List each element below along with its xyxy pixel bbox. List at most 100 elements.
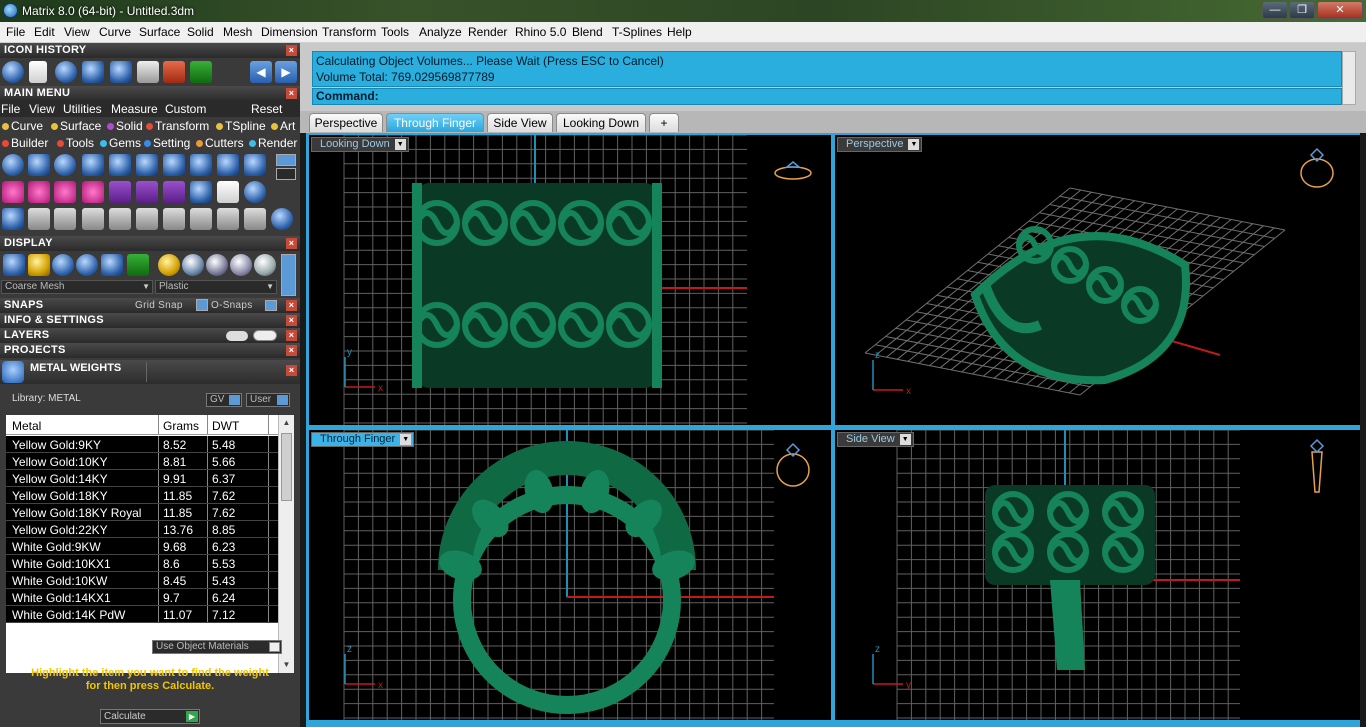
- submenu-file[interactable]: File: [1, 102, 20, 116]
- close-icon[interactable]: ×: [286, 88, 297, 99]
- environment-icon[interactable]: [127, 254, 149, 276]
- column-dwt[interactable]: DWT: [212, 419, 239, 433]
- menu-surface[interactable]: Surface: [139, 25, 180, 39]
- viewport-perspective[interactable]: xz Perspective ▼: [835, 135, 1360, 425]
- menu-transform[interactable]: Transform: [322, 25, 376, 39]
- mesh-mode-select[interactable]: Coarse Mesh ▼: [1, 280, 153, 294]
- render-preview-icon[interactable]: [101, 254, 123, 276]
- grid-icon[interactable]: [190, 61, 212, 83]
- table-row[interactable]: White Gold:10KW 8.45 5.43: [6, 572, 278, 589]
- menu-blend[interactable]: Blend: [572, 25, 603, 39]
- category-tspline[interactable]: TSpline: [216, 119, 266, 133]
- menu-file[interactable]: File: [6, 25, 25, 39]
- category-transform[interactable]: Transform: [146, 119, 209, 133]
- maximize-button[interactable]: ❐: [1289, 1, 1315, 19]
- pattern-icon[interactable]: [163, 181, 185, 203]
- viewport-through-finger[interactable]: xz Through Finger ▼: [309, 430, 831, 720]
- wireframe-icon[interactable]: [3, 254, 25, 276]
- use-object-materials-toggle[interactable]: Use Object Materials: [152, 640, 282, 654]
- globe-icon[interactable]: [55, 61, 77, 83]
- viewport-side-view[interactable]: yz Side View ▼: [835, 430, 1360, 720]
- column-metal[interactable]: Metal: [12, 419, 41, 433]
- prong-icon[interactable]: [28, 154, 50, 176]
- table-row[interactable]: White Gold:10KX1 8.6 5.53: [6, 555, 278, 572]
- sphere-icon[interactable]: [244, 181, 266, 203]
- menu-help[interactable]: Help: [667, 25, 692, 39]
- head-icon[interactable]: [82, 154, 104, 176]
- icon-history-header[interactable]: ICON HISTORY ×: [0, 43, 300, 58]
- scrollbar-thumb[interactable]: [281, 433, 292, 501]
- add-tab-button[interactable]: +: [649, 113, 679, 132]
- category-curve[interactable]: Curve: [2, 119, 43, 133]
- close-button[interactable]: ✕: [1317, 1, 1363, 19]
- gold-material-icon[interactable]: [158, 254, 180, 276]
- metal-weights-header[interactable]: METAL WEIGHTS ×: [0, 360, 300, 384]
- command-input[interactable]: Command:: [312, 88, 1342, 105]
- checkmark-icon[interactable]: [110, 61, 132, 83]
- info-settings-header[interactable]: INFO & SETTINGS ×: [0, 313, 300, 328]
- submenu-custom[interactable]: Custom: [165, 102, 206, 116]
- menu-dimension[interactable]: Dimension: [261, 25, 318, 39]
- menu-solid[interactable]: Solid: [187, 25, 214, 39]
- columns-icon[interactable]: [82, 208, 104, 230]
- merge-icon[interactable]: [217, 208, 239, 230]
- category-gems[interactable]: Gems: [100, 136, 141, 150]
- close-icon[interactable]: ×: [286, 330, 297, 341]
- toggle-icon[interactable]: [276, 168, 296, 180]
- halo-icon[interactable]: [136, 154, 158, 176]
- tspline-icon[interactable]: [217, 154, 239, 176]
- chrome-material-icon[interactable]: [182, 254, 204, 276]
- lock-icon[interactable]: [190, 154, 212, 176]
- cubes-icon[interactable]: [2, 208, 24, 230]
- menu-curve[interactable]: Curve: [99, 25, 131, 39]
- split-icon[interactable]: [190, 208, 212, 230]
- menu-mesh[interactable]: Mesh: [223, 25, 252, 39]
- ring-outline-icon[interactable]: [271, 208, 293, 230]
- o-snaps-label[interactable]: O-Snaps: [211, 298, 253, 313]
- diamond-material-icon[interactable]: [254, 254, 276, 276]
- cursor-edit-icon[interactable]: [244, 208, 266, 230]
- close-icon[interactable]: ×: [286, 365, 297, 376]
- table-row[interactable]: White Gold:14KX1 9.7 6.24: [6, 589, 278, 606]
- reset-button[interactable]: Reset: [251, 102, 282, 116]
- viewport-looking-down[interactable]: xy Looking Down ▼: [309, 135, 831, 425]
- material-mode-select[interactable]: Plastic ▼: [155, 280, 277, 294]
- close-icon[interactable]: ×: [286, 315, 297, 326]
- user-toggle[interactable]: User: [246, 393, 290, 407]
- forward-arrow-icon[interactable]: ▶: [275, 61, 297, 83]
- arch-icon[interactable]: [82, 181, 104, 203]
- table-row[interactable]: Yellow Gold:9KY 8.52 5.48: [6, 436, 278, 453]
- cut-icon[interactable]: [136, 181, 158, 203]
- category-art[interactable]: Art: [271, 119, 295, 133]
- tab-perspective[interactable]: Perspective: [309, 113, 383, 132]
- category-solid[interactable]: Solid: [107, 119, 143, 133]
- display-header[interactable]: DISPLAY ×: [0, 236, 300, 251]
- submenu-measure[interactable]: Measure: [111, 102, 158, 116]
- calculate-button[interactable]: Calculate ▶: [100, 709, 200, 724]
- pen-icon[interactable]: [190, 181, 212, 203]
- back-arrow-icon[interactable]: ◀: [250, 61, 272, 83]
- minus-plus-icon[interactable]: [54, 181, 76, 203]
- gem-icon[interactable]: [82, 61, 104, 83]
- close-icon[interactable]: ×: [286, 45, 297, 56]
- bezel-icon[interactable]: [54, 154, 76, 176]
- scale-arrows-icon[interactable]: [137, 61, 159, 83]
- plus-icon[interactable]: [2, 181, 24, 203]
- table-scrollbar[interactable]: ▲ ▼: [278, 415, 294, 673]
- display-toggle-icon[interactable]: [281, 254, 296, 296]
- menu-edit[interactable]: Edit: [34, 25, 55, 39]
- close-icon[interactable]: ×: [286, 300, 297, 311]
- category-builder[interactable]: Builder: [2, 136, 48, 150]
- curve-icon[interactable]: [54, 208, 76, 230]
- tab-side-view[interactable]: Side View: [487, 113, 553, 132]
- menu-render[interactable]: Render: [468, 25, 507, 39]
- viewport-label[interactable]: Side View ▼: [837, 432, 914, 447]
- snaps-toggle[interactable]: [265, 300, 277, 311]
- snaps-header[interactable]: SNAPS Grid Snap O-Snaps ×: [0, 298, 300, 313]
- menu-analyze[interactable]: Analyze: [419, 25, 462, 39]
- table-row[interactable]: Yellow Gold:10KY 8.81 5.66: [6, 453, 278, 470]
- close-icon[interactable]: ×: [286, 238, 297, 249]
- menu-tools[interactable]: Tools: [381, 25, 409, 39]
- table-row[interactable]: White Gold:14K PdW 11.07 7.12: [6, 606, 278, 623]
- layers-header[interactable]: LAYERS ×: [0, 328, 300, 343]
